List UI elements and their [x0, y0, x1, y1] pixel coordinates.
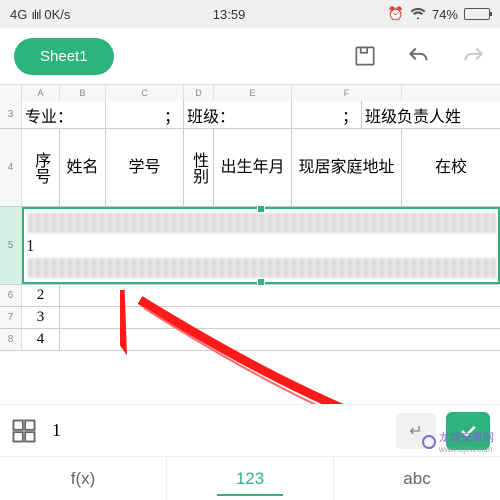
- col-header[interactable]: D: [184, 85, 214, 101]
- table-row[interactable]: 7 3: [0, 307, 500, 329]
- spreadsheet[interactable]: A B C D E F 3 专业： ； 班级： ； 班级负责人姓 4 序号 姓名…: [0, 84, 500, 351]
- alarm-icon: ⏰: [388, 6, 404, 22]
- row-number[interactable]: 4: [0, 129, 22, 206]
- undo-icon[interactable]: [406, 43, 432, 69]
- cell[interactable]: 班级负责人姓: [362, 101, 500, 128]
- cell[interactable]: 现居家庭地址: [292, 129, 402, 206]
- cell[interactable]: 出生年月: [214, 129, 292, 206]
- toolbar: Sheet1: [0, 28, 500, 84]
- col-header[interactable]: F: [292, 85, 402, 101]
- tab-fx[interactable]: f(x): [0, 457, 167, 500]
- redo-icon[interactable]: [460, 43, 486, 69]
- table-row[interactable]: 4 序号 姓名 学号 性别 出生年月 现居家庭地址 在校: [0, 129, 500, 207]
- watermark-url: www.lcjcw.com: [439, 445, 494, 454]
- col-header[interactable]: E: [214, 85, 292, 101]
- status-bar: 4G ılıl 0K/s 13:59 ⏰ 74%: [0, 0, 500, 28]
- row-number[interactable]: 8: [0, 329, 22, 350]
- cell[interactable]: ；: [292, 101, 362, 128]
- watermark-logo-icon: [422, 435, 436, 449]
- sheet-tab[interactable]: Sheet1: [14, 38, 114, 75]
- formula-input[interactable]: [48, 414, 386, 447]
- selection-handle[interactable]: [257, 278, 265, 286]
- speed-label: 0K/s: [44, 7, 70, 22]
- table-row[interactable]: 3 专业： ； 班级： ； 班级负责人姓: [0, 101, 500, 129]
- row-number[interactable]: 7: [0, 307, 22, 328]
- signal-icon: ılıl: [31, 7, 40, 22]
- col-header[interactable]: A: [22, 85, 60, 101]
- column-headers: A B C D E F: [0, 85, 500, 101]
- keyboard-tabs: f(x) 123 abc: [0, 456, 500, 500]
- cell-value[interactable]: 1: [26, 236, 35, 256]
- battery-icon: [464, 8, 490, 20]
- save-icon[interactable]: [352, 43, 378, 69]
- cell-value[interactable]: 2: [22, 285, 60, 306]
- cell[interactable]: 序号: [31, 152, 50, 184]
- table-row[interactable]: 6 2: [0, 285, 500, 307]
- cell[interactable]: 姓名: [60, 129, 106, 206]
- battery-pct: 74%: [432, 7, 458, 22]
- cell[interactable]: 在校: [402, 129, 500, 206]
- table-row[interactable]: 8 4: [0, 329, 500, 351]
- cell[interactable]: 性别: [189, 152, 208, 184]
- selection-handle[interactable]: [257, 205, 265, 213]
- watermark-text: 龙城安卓网: [439, 429, 494, 445]
- cell-picker-icon[interactable]: [10, 417, 38, 445]
- row-number[interactable]: 6: [0, 285, 22, 306]
- cell[interactable]: 班级：: [184, 101, 292, 128]
- cell[interactable]: 专业：: [22, 101, 106, 128]
- cell[interactable]: 学号: [106, 129, 184, 206]
- tab-alpha[interactable]: abc: [334, 457, 500, 500]
- blurred-cell: [28, 258, 496, 278]
- col-header[interactable]: B: [60, 85, 106, 101]
- tab-numeric[interactable]: 123: [167, 457, 334, 500]
- blurred-cell: [28, 213, 496, 233]
- watermark: 龙城安卓网 www.lcjcw.com: [422, 429, 494, 454]
- wifi-icon: [410, 7, 426, 22]
- clock: 13:59: [70, 7, 387, 22]
- network-label: 4G: [10, 7, 27, 22]
- row-number[interactable]: 5: [0, 207, 22, 284]
- table-row-selected[interactable]: 5 1: [0, 207, 500, 285]
- row-number[interactable]: 3: [0, 101, 22, 128]
- cell-value[interactable]: 3: [22, 307, 60, 328]
- col-header[interactable]: C: [106, 85, 184, 101]
- cell-value[interactable]: 4: [22, 329, 60, 350]
- cell[interactable]: ；: [106, 101, 184, 128]
